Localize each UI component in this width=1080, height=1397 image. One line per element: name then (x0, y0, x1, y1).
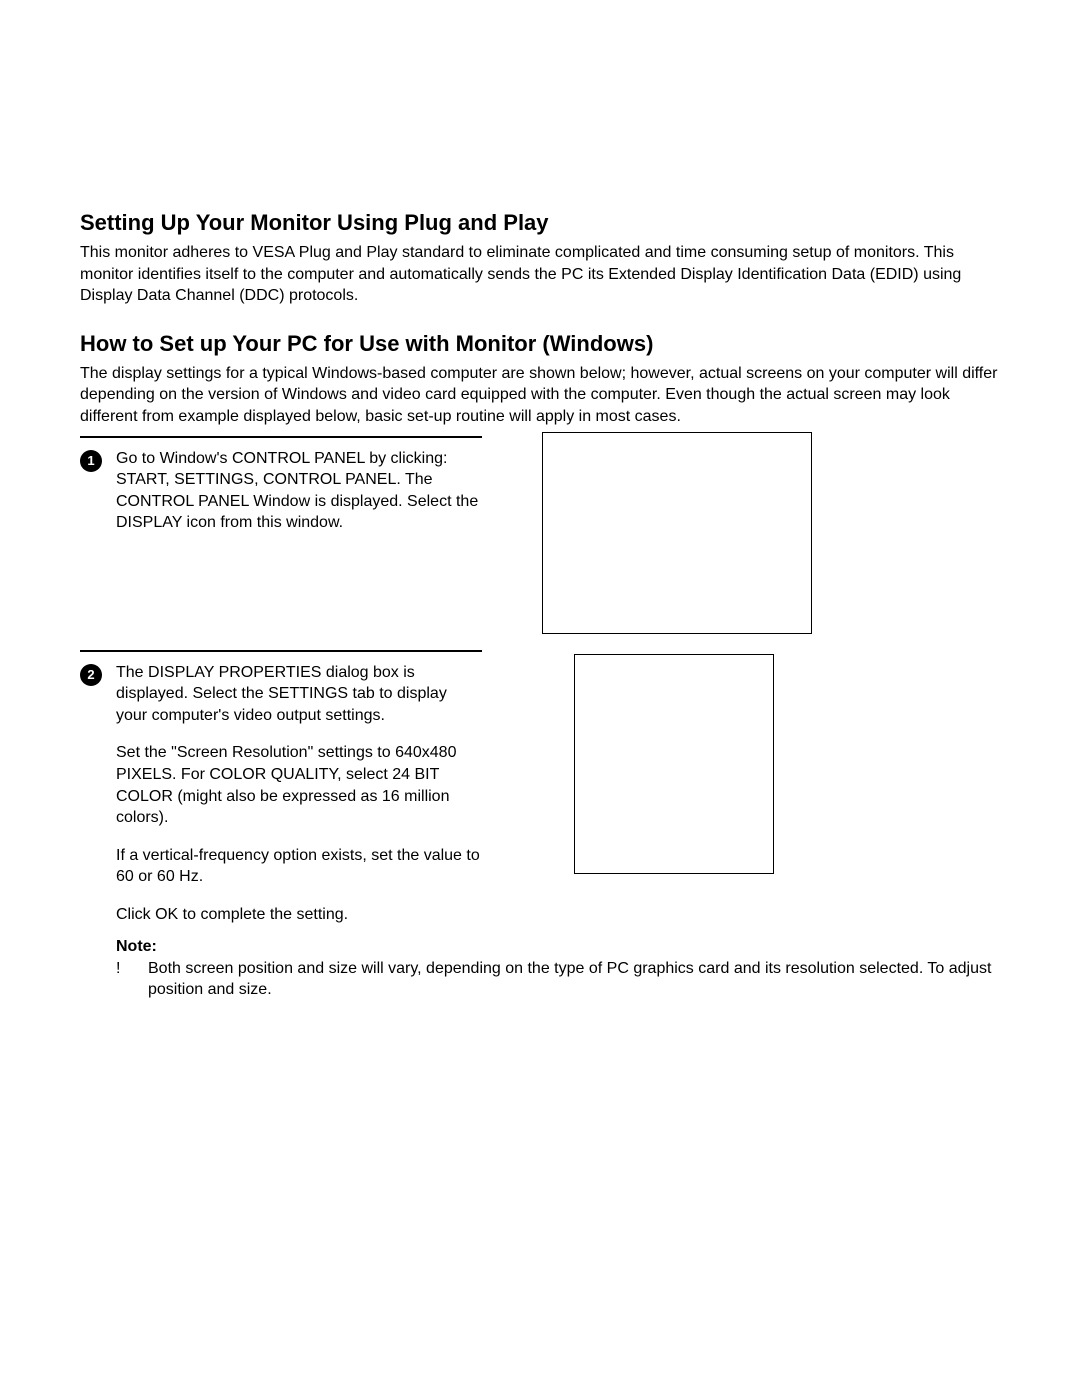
note-row: ! Both screen position and size will var… (116, 958, 1000, 1001)
section1-body: This monitor adheres to VESA Plug and Pl… (80, 242, 1000, 307)
step2: 2 The DISPLAY PROPERTIES dialog box is d… (80, 662, 482, 926)
step2-number-badge: 2 (80, 664, 102, 686)
divider-2 (80, 650, 482, 652)
section1-heading: Setting Up Your Monitor Using Plug and P… (80, 210, 1000, 236)
screenshot-placeholder-1 (542, 432, 812, 634)
step1-text: Go to Window's CONTROL PANEL by clicking… (116, 448, 482, 534)
note-block: Note: ! Both screen position and size wi… (116, 938, 1000, 1001)
note-text: Both screen position and size will vary,… (148, 958, 1000, 1001)
note-label: Note: (116, 938, 1000, 956)
step2-para2: Set the "Screen Resolution" settings to … (116, 742, 482, 828)
step2-para4: Click OK to complete the setting. (116, 904, 482, 926)
step1-row: 1 Go to Window's CONTROL PANEL by clicki… (80, 432, 1000, 634)
step2-row: 2 The DISPLAY PROPERTIES dialog box is d… (80, 646, 1000, 926)
step2-para1: The DISPLAY PROPERTIES dialog box is dis… (116, 662, 482, 727)
section2-body: The display settings for a typical Windo… (80, 363, 1000, 428)
step1-number-badge: 1 (80, 450, 102, 472)
note-bullet: ! (116, 958, 126, 980)
step2-para3: If a vertical-frequency option exists, s… (116, 845, 482, 888)
step2-text: The DISPLAY PROPERTIES dialog box is dis… (116, 662, 482, 926)
divider-1 (80, 436, 482, 438)
screenshot-placeholder-2 (574, 654, 774, 874)
section2-heading: How to Set up Your PC for Use with Monit… (80, 331, 1000, 357)
step1: 1 Go to Window's CONTROL PANEL by clicki… (80, 448, 482, 534)
